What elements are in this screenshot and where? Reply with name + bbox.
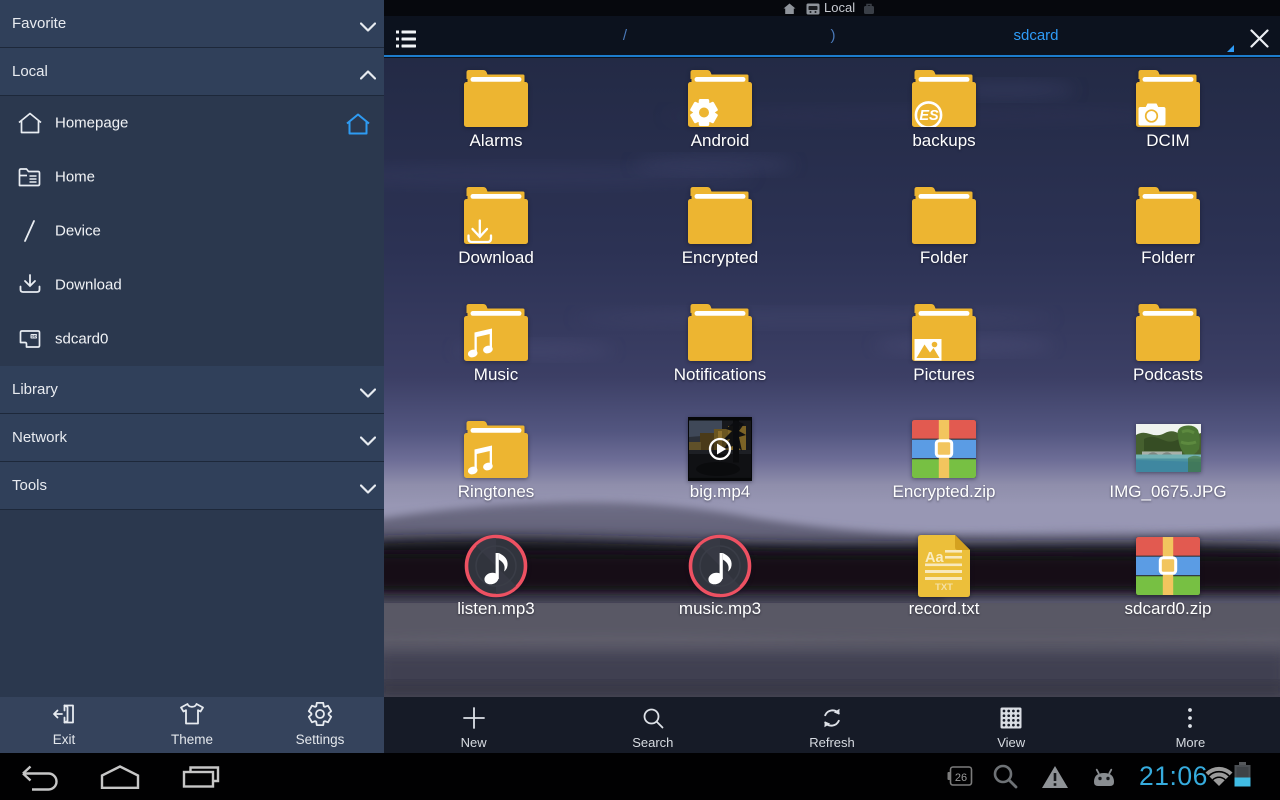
svg-text:TXT: TXT bbox=[935, 582, 953, 593]
svg-text:ES: ES bbox=[919, 108, 939, 124]
svg-text:SD: SD bbox=[31, 335, 37, 339]
svg-text:26: 26 bbox=[955, 772, 967, 784]
